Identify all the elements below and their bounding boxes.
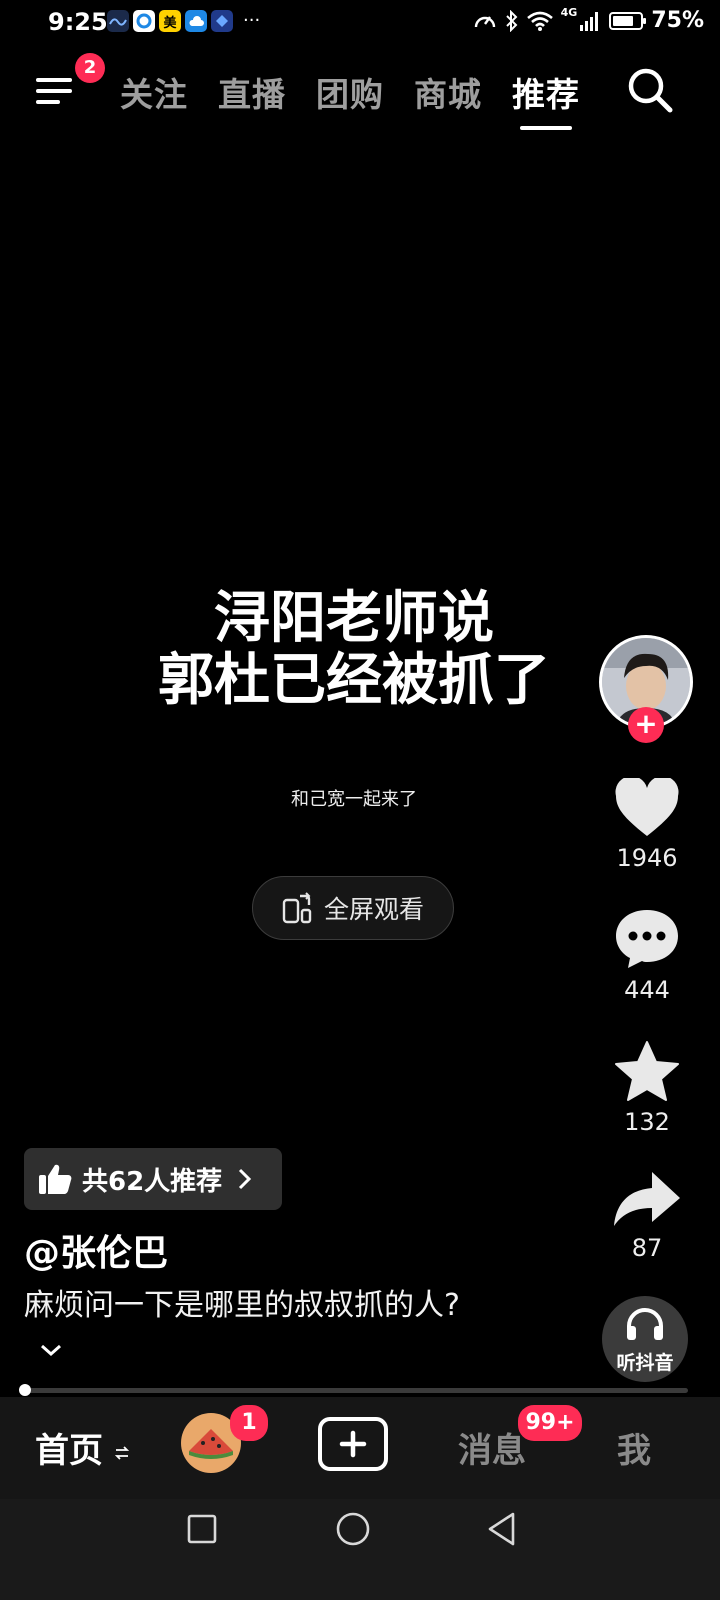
rotate-screen-icon	[282, 892, 312, 924]
chevron-right-icon	[239, 1168, 252, 1190]
tab-group-buy[interactable]: 团购	[316, 68, 384, 116]
status-right: 4G 75%	[473, 6, 704, 33]
video-progress-bar[interactable]	[24, 1388, 688, 1393]
recent-apps-icon[interactable]	[186, 1513, 218, 1545]
system-navigation-bar	[0, 1499, 720, 1600]
fullscreen-label: 全屏观看	[323, 895, 424, 924]
wave-app-icon	[107, 10, 129, 32]
menu-badge: 2	[75, 53, 105, 83]
like-count: 1946	[616, 844, 678, 872]
comment-count: 444	[624, 976, 670, 1004]
swap-icon	[114, 1446, 130, 1460]
tab-recommend[interactable]: 推荐	[512, 68, 580, 130]
home-circle-icon[interactable]	[335, 1511, 371, 1547]
more-notifications: ···	[243, 10, 261, 31]
headline-line-1: 浔阳老师说	[214, 586, 494, 651]
tab-live[interactable]: 直播	[218, 68, 286, 116]
back-icon[interactable]	[485, 1511, 519, 1547]
share-arrow-icon	[614, 1172, 680, 1226]
tab-following[interactable]: 关注	[120, 68, 188, 116]
meituan-icon: 美	[159, 10, 181, 32]
browser-icon	[133, 10, 155, 32]
menu-icon-line	[36, 78, 72, 82]
follow-button[interactable]: +	[628, 707, 664, 743]
recommend-pill[interactable]: 共62人推荐	[24, 1148, 282, 1210]
thumbs-up-icon	[39, 1164, 72, 1194]
status-time: 9:25	[48, 8, 108, 36]
create-post-button[interactable]	[318, 1417, 388, 1471]
battery-percent: 75%	[651, 8, 704, 33]
listen-label: 听抖音	[616, 1352, 674, 1374]
search-icon[interactable]	[626, 66, 674, 114]
recommend-text: 共62人推荐	[82, 1166, 223, 1197]
tab-home[interactable]: 首页	[35, 1423, 130, 1472]
menu-icon-line	[36, 89, 72, 93]
battery-icon	[609, 11, 647, 30]
fullscreen-button[interactable]: 全屏观看	[252, 876, 454, 940]
weather-icon	[185, 10, 207, 32]
chevron-down-icon[interactable]	[38, 1341, 64, 1359]
share-count: 87	[631, 1234, 663, 1262]
bottom-tab-bar: 首页 1 消息 99+ 我	[0, 1397, 720, 1499]
data-saver-icon	[474, 15, 495, 27]
caption-text: 麻烦问一下是哪里的叔叔抓的人?	[24, 1288, 460, 1323]
comment-button[interactable]: 444	[597, 908, 697, 1004]
friends-badge: 1	[230, 1405, 268, 1441]
tab-mall[interactable]: 商城	[414, 68, 482, 116]
heart-icon	[615, 775, 679, 836]
tab-me[interactable]: 我	[617, 1423, 651, 1472]
plus-icon	[339, 1430, 367, 1458]
share-button[interactable]: 87	[597, 1170, 697, 1262]
top-tabs: 关注 直播 团购 商城 推荐	[120, 68, 580, 130]
tab-messages[interactable]: 消息	[458, 1423, 526, 1472]
game-icon	[211, 10, 233, 32]
like-button[interactable]: 1946	[597, 775, 697, 872]
wifi-icon	[526, 11, 553, 31]
menu-button[interactable]	[36, 72, 76, 108]
messages-badge: 99+	[518, 1405, 582, 1441]
bluetooth-icon	[505, 9, 518, 32]
favorite-button[interactable]: 132	[597, 1040, 697, 1136]
favorite-count: 132	[624, 1108, 670, 1136]
home-label: 首页	[35, 1431, 103, 1471]
progress-handle[interactable]	[19, 1384, 31, 1396]
notification-icons: 美 ···	[107, 10, 260, 32]
star-icon	[615, 1041, 679, 1101]
network-type: 4G	[560, 6, 578, 19]
comment-icon	[616, 910, 678, 968]
headphones-icon	[627, 1308, 663, 1340]
listen-button[interactable]: 听抖音	[602, 1296, 688, 1382]
author-name[interactable]: @张伦巴	[24, 1224, 168, 1276]
menu-icon-line	[36, 100, 60, 104]
video-caption[interactable]: 麻烦问一下是哪里的叔叔抓的人?	[24, 1284, 494, 1372]
signal-icon	[580, 11, 599, 31]
